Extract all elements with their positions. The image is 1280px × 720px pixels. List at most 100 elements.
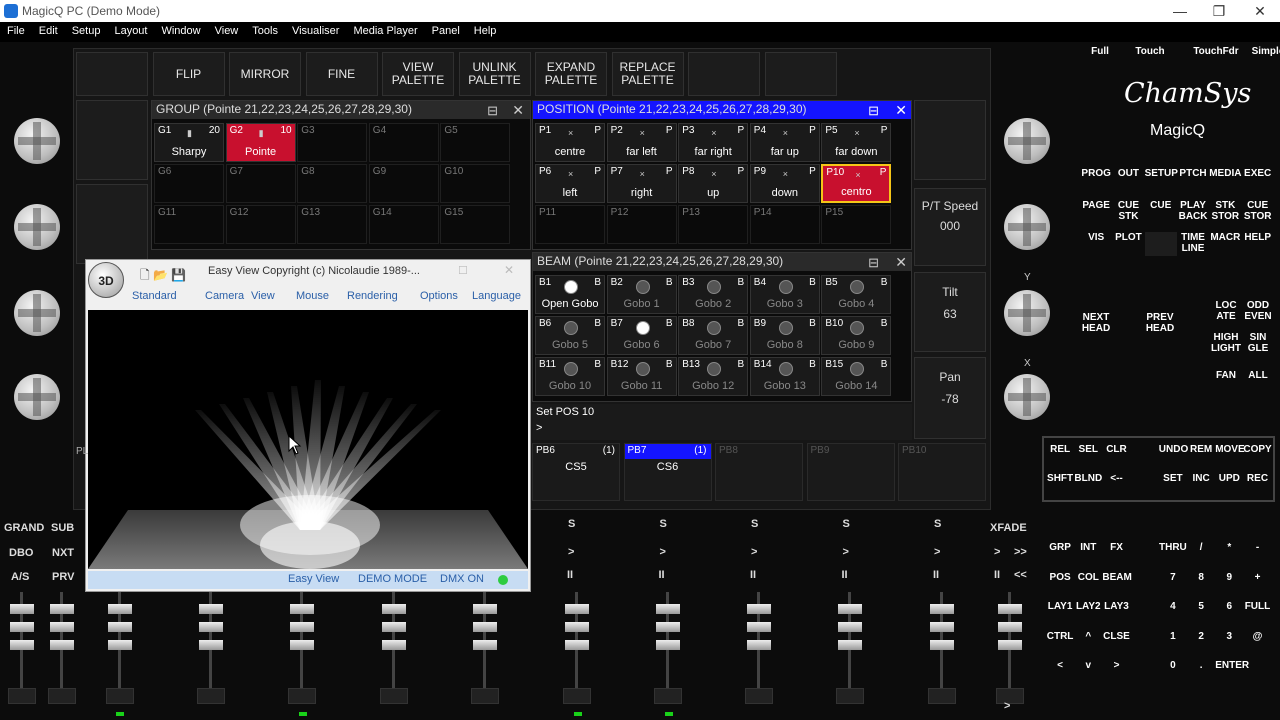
beam-window-close-icon[interactable]: ✕ [895, 254, 907, 271]
key-enter[interactable]: ENTER [1215, 660, 1249, 671]
key-lay1[interactable]: LAY1 [1046, 601, 1074, 612]
fader-6[interactable] [380, 592, 408, 704]
flash-button[interactable] [288, 688, 316, 704]
group-palette-g14[interactable]: G14 [368, 205, 439, 244]
fader-11[interactable] [836, 592, 864, 704]
key-2[interactable]: 2 [1187, 631, 1215, 642]
key-6[interactable]: 6 [1215, 601, 1243, 612]
position-palette-p7[interactable]: P7 P × right [606, 164, 677, 203]
key-rem[interactable]: REM [1187, 444, 1215, 455]
side-button-1[interactable] [76, 100, 148, 180]
group-palette-g2[interactable]: G2 10 ▮ Pointe [225, 123, 296, 162]
beam-palette-b6[interactable]: B6 B Gobo 5 [535, 316, 605, 355]
encoder-pan[interactable]: Pan -78 [914, 357, 986, 439]
key-all[interactable]: ALL [1242, 370, 1274, 381]
easyview-3d-logo[interactable]: 3D [88, 262, 124, 298]
playback-pb10[interactable]: PB10 [898, 443, 986, 501]
fader-10[interactable] [745, 592, 773, 704]
pause-button[interactable]: II [842, 569, 848, 581]
key-blnd[interactable]: BLND [1074, 473, 1102, 484]
toolbar-button-blank-0[interactable] [76, 52, 148, 96]
easyview-menu-options[interactable]: Options [420, 290, 458, 302]
close-button[interactable]: ✕ [1240, 1, 1280, 21]
menu-media-player[interactable]: Media Player [346, 22, 424, 37]
menu-setup[interactable]: Setup [65, 22, 108, 37]
pause-button[interactable]: II [933, 569, 939, 581]
key-undo[interactable]: UNDO [1159, 444, 1188, 455]
flash-button[interactable] [745, 688, 773, 704]
encoder-knob-l2[interactable] [14, 204, 60, 250]
key-time-line[interactable]: TIME LINE [1177, 232, 1209, 254]
position-palette-p11[interactable]: P11 [535, 205, 605, 244]
beam-palette-b2[interactable]: B2 B Gobo 1 [606, 275, 677, 314]
fader-4[interactable] [197, 592, 225, 704]
beam-palette-b4[interactable]: B4 B Gobo 3 [749, 275, 820, 314]
playback-pb6[interactable]: PB6 (1) CS5 [532, 443, 620, 501]
beam-palette-b13[interactable]: B13 B Gobo 12 [678, 357, 749, 396]
group-palette-g10[interactable]: G10 [440, 164, 511, 203]
key-set[interactable]: SET [1159, 473, 1187, 484]
beam-palette-b7[interactable]: B7 B Gobo 6 [606, 316, 677, 355]
flash-button[interactable] [563, 688, 591, 704]
group-palette-g3[interactable]: G3 [297, 123, 368, 162]
toolbar-button-flip[interactable]: FLIP [152, 52, 225, 96]
key-sel[interactable]: SEL [1074, 444, 1102, 455]
menu-window[interactable]: Window [154, 22, 207, 37]
maximize-button[interactable]: ❐ [1199, 1, 1239, 21]
beam-palette-b14[interactable]: B14 B Gobo 13 [749, 357, 820, 396]
key-int[interactable]: INT [1074, 542, 1102, 553]
beam-palette-b3[interactable]: B3 B Gobo 2 [678, 275, 749, 314]
flash-button[interactable] [48, 688, 76, 704]
playback-pb7[interactable]: PB7 (1) CS6 [623, 443, 712, 501]
group-palette-g4[interactable]: G4 [368, 123, 439, 162]
key-next-head[interactable]: NEXT HEAD [1080, 312, 1112, 334]
key-4[interactable]: 4 [1159, 601, 1187, 612]
fader-1[interactable] [8, 592, 36, 704]
menu-tools[interactable]: Tools [245, 22, 285, 37]
key--[interactable]: . [1187, 660, 1215, 671]
encoder-knob-l4[interactable] [14, 374, 60, 420]
group-palette-g12[interactable]: G12 [225, 205, 296, 244]
key-vis[interactable]: VIS [1080, 232, 1112, 243]
select-button[interactable]: S [568, 518, 575, 530]
key-stk-stor[interactable]: STK STOR [1209, 200, 1241, 222]
group-palette-g5[interactable]: G5 [440, 123, 511, 162]
key-rel[interactable]: REL [1046, 444, 1074, 455]
key-blank[interactable] [1144, 232, 1177, 256]
key-copy[interactable]: COPY [1243, 444, 1271, 455]
key-cue[interactable]: CUE [1145, 200, 1177, 211]
beam-window-max-icon[interactable]: ⊟ [868, 255, 879, 271]
key-out[interactable]: OUT [1112, 168, 1144, 179]
playback-pb9[interactable]: PB9 [806, 443, 895, 501]
easyview-max-icon[interactable]: ☐ [458, 264, 468, 277]
group-palette-g1[interactable]: G1 20 ▮ Sharpy [154, 123, 224, 162]
toolbar-button-view-palette[interactable]: VIEW PALETTE [382, 52, 454, 96]
menu-layout[interactable]: Layout [107, 22, 154, 37]
encoder-tilt[interactable]: Tilt 63 [914, 272, 986, 352]
prv-button[interactable]: PRV [52, 571, 74, 583]
group-palette-g9[interactable]: G9 [368, 164, 439, 203]
encoder-knob-r2[interactable] [1004, 204, 1050, 250]
select-button[interactable]: S [751, 518, 758, 530]
view-mode-touchfdr[interactable]: TouchFdr [1188, 46, 1244, 57]
position-palette-p12[interactable]: P12 [606, 205, 677, 244]
encoder-knob-y[interactable] [1004, 290, 1050, 336]
beam-palette-b10[interactable]: B10 B Gobo 9 [821, 316, 892, 355]
key-cue-stor[interactable]: CUE STOR [1242, 200, 1274, 222]
easyview-menu-view[interactable]: View [251, 290, 275, 302]
encoder-pt-speed[interactable]: P/T Speed 000 [914, 188, 986, 266]
key-fx[interactable]: FX [1102, 542, 1130, 553]
fast-forward-button[interactable]: >> [1014, 546, 1027, 558]
key-upd[interactable]: UPD [1215, 473, 1243, 484]
beam-palette-b5[interactable]: B5 B Gobo 4 [821, 275, 892, 314]
easyview-menu-camera[interactable]: Camera [205, 290, 244, 302]
toolbar-button-unlink-palette[interactable]: UNLINK PALETTE [458, 52, 531, 96]
menu-view[interactable]: View [208, 22, 246, 37]
go-button[interactable]: > [751, 546, 757, 558]
key-loc-ate[interactable]: LOC ATE [1210, 300, 1242, 322]
nxt-button[interactable]: NXT [52, 547, 74, 559]
key-v[interactable]: v [1074, 660, 1102, 671]
position-palette-p8[interactable]: P8 P × up [678, 164, 749, 203]
pause-button[interactable]: II [750, 569, 756, 581]
xfade-go-button[interactable]: > [994, 546, 1000, 558]
